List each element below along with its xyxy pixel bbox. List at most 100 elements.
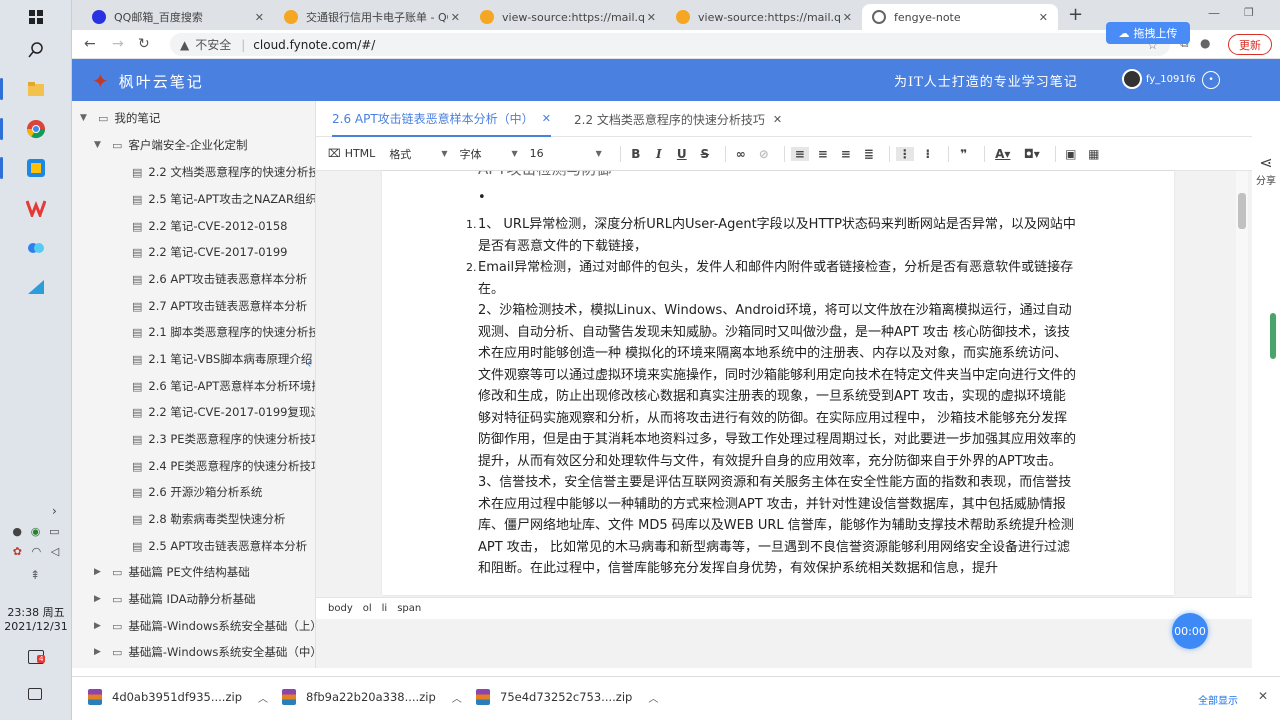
tree-folder[interactable]: ▼ ▭ 客户端安全-企业化定制: [94, 132, 248, 158]
caret-right-icon[interactable]: ▶: [94, 621, 106, 631]
download-item[interactable]: 4d0ab3951df935....zip ︿: [88, 689, 268, 705]
document-page[interactable]: APT攻击检测与防御 • 1. 1、 URL异常检测，深度分析URL内User-…: [382, 171, 1174, 595]
editor-tab[interactable]: 2.2 文档类恶意程序的快速分析技巧 ✕: [574, 101, 782, 137]
warning-icon[interactable]: ▲: [180, 38, 189, 52]
note-item[interactable]: ▤ 2.6 APT攻击链表恶意样本分析（: [132, 266, 315, 292]
align-center-icon[interactable]: ≡: [814, 147, 832, 161]
close-icon[interactable]: ✕: [1039, 11, 1048, 24]
scrollbar-thumb[interactable]: [1238, 193, 1246, 229]
input-method-icon[interactable]: ⇞: [30, 568, 40, 582]
download-item[interactable]: 75e4d73252c753....zip ︿: [476, 689, 658, 705]
note-item[interactable]: ▤ 2.4 PE类恶意程序的快速分析技巧: [132, 453, 315, 479]
path-item[interactable]: span: [397, 603, 421, 614]
browser-tab-4[interactable]: view-source:https://mail.qq.c ✕: [666, 4, 862, 30]
update-button[interactable]: 更新: [1228, 34, 1272, 55]
note-item[interactable]: ▤ 2.1 笔记-VBS脚本病毒原理介绍: [132, 346, 312, 372]
close-icon[interactable]: ✕: [451, 11, 460, 24]
list-item[interactable]: 1. 1、 URL异常检测，深度分析URL内User-Agent字段以及HTTP…: [466, 214, 1078, 257]
font-select[interactable]: 字体 ▼: [459, 146, 517, 162]
underline-icon[interactable]: U: [673, 147, 691, 161]
note-item[interactable]: ▤ 2.2 文档类恶意程序的快速分析技: [132, 159, 315, 185]
tree-root[interactable]: ▼ ▭ 我的笔记: [80, 105, 160, 131]
chevron-up-icon[interactable]: ︿: [452, 690, 462, 705]
baidu-netdisk-icon[interactable]: [18, 232, 54, 262]
new-tab-icon[interactable]: +: [1068, 4, 1083, 25]
note-item[interactable]: ▤ 2.5 笔记-APT攻击之NAZAR组织: [132, 186, 315, 212]
wps-icon[interactable]: [18, 193, 54, 223]
note-item[interactable]: ▤ 2.2 笔记-CVE-2017-0199: [132, 239, 288, 265]
reload-icon[interactable]: ↻: [138, 36, 150, 52]
chevron-up-icon[interactable]: ︿: [648, 690, 658, 705]
editor-tab-active[interactable]: 2.6 APT攻击链表恶意样本分析（中） ✕: [332, 101, 551, 137]
list-item[interactable]: 2. Email异常检测，通过对邮件的包头，发件人和邮件内附件或者链接检查，分析…: [466, 257, 1078, 300]
caret-right-icon[interactable]: ▶: [94, 594, 106, 604]
url-input[interactable]: ▲ 不安全 | cloud.fynote.com/#/ ☆: [170, 33, 1170, 56]
caret-right-icon[interactable]: ▶: [94, 647, 106, 657]
volume-icon[interactable]: ◁: [51, 545, 59, 558]
note-item[interactable]: ▤ 2.7 APT攻击链表恶意样本分析（: [132, 293, 315, 319]
align-right-icon[interactable]: ≡: [837, 147, 855, 161]
clock-time[interactable]: 23:38 周五: [0, 606, 72, 620]
close-icon[interactable]: ✕: [1258, 689, 1268, 703]
profile-icon[interactable]: ●: [1200, 36, 1210, 50]
search-icon[interactable]: [18, 35, 54, 65]
link-icon[interactable]: ∞: [732, 147, 750, 161]
size-select[interactable]: 16 ▼: [530, 147, 602, 160]
wifi-icon[interactable]: ◠: [32, 545, 42, 558]
close-icon[interactable]: ✕: [255, 11, 264, 24]
close-icon[interactable]: ✕: [773, 113, 782, 126]
italic-icon[interactable]: I: [650, 147, 668, 161]
chevron-right-icon[interactable]: ›: [52, 504, 57, 518]
share-button[interactable]: ⋖ 分享: [1254, 153, 1278, 187]
feishu-icon[interactable]: [18, 272, 54, 302]
browser-tab-2[interactable]: 交通银行信用卡电子账单 - QQ邮 ✕: [274, 4, 470, 30]
document-content[interactable]: APT攻击检测与防御 • 1. 1、 URL异常检测，深度分析URL内User-…: [466, 171, 1078, 580]
note-item[interactable]: ▤ 2.1 脚本类恶意程序的快速分析技: [132, 319, 315, 345]
app-icon[interactable]: [0, 153, 54, 183]
editor-scrollbar[interactable]: [1236, 171, 1248, 595]
user-menu[interactable]: fy_1091f6: [1122, 69, 1196, 89]
bullet-list-icon[interactable]: ⁝: [919, 147, 937, 161]
unlink-icon[interactable]: ⊘: [755, 147, 773, 161]
note-item[interactable]: ▤ 2.3 PE类恶意程序的快速分析技巧: [132, 426, 315, 452]
note-item[interactable]: ▤ 2.8 勒索病毒类型快速分析: [132, 506, 285, 532]
download-item[interactable]: 8fb9a22b20a338....zip ︿: [282, 689, 462, 705]
chevron-up-icon[interactable]: ︿: [258, 690, 268, 705]
path-item[interactable]: ol: [363, 603, 372, 614]
security-icon[interactable]: ◉: [31, 525, 41, 538]
microphone-icon[interactable]: ●: [12, 525, 22, 538]
highlight-color-icon[interactable]: ◘▾: [1020, 147, 1044, 161]
caret-right-icon[interactable]: ▶: [94, 567, 106, 577]
forward-icon[interactable]: →: [112, 36, 124, 52]
action-center-icon[interactable]: [28, 688, 42, 700]
text-color-icon[interactable]: A▾: [991, 147, 1015, 161]
file-explorer-icon[interactable]: [0, 74, 54, 104]
tree-folder-collapsed[interactable]: ▶ ▭ 基础篇-Windows系统安全基础（中）: [94, 639, 315, 665]
maximize-icon[interactable]: ❐: [1244, 6, 1254, 19]
tree-folder-collapsed[interactable]: ▶ ▭ 基础篇 IDA动静分析基础: [94, 586, 255, 612]
table-icon[interactable]: ▦: [1085, 147, 1103, 161]
browser-tab-5[interactable]: fengye-note ✕: [862, 4, 1058, 30]
tree-folder-collapsed[interactable]: ▶ ▭ 基础篇 PE文件结构基础: [94, 559, 250, 585]
chrome-icon[interactable]: [0, 114, 54, 144]
image-icon[interactable]: ▣: [1062, 147, 1080, 161]
close-icon[interactable]: ✕: [843, 11, 852, 24]
clock-date[interactable]: 2021/12/31: [0, 620, 72, 634]
show-all-downloads-link[interactable]: 全部显示: [1198, 692, 1238, 707]
recording-timer[interactable]: 00:00: [1172, 613, 1208, 649]
battery-icon[interactable]: ▭: [49, 525, 59, 538]
minimize-icon[interactable]: —: [1208, 6, 1220, 20]
note-item[interactable]: ▤ 2.6 开源沙箱分析系统: [132, 479, 262, 505]
note-item[interactable]: ▤ 2.2 笔记-CVE-2017-0199复现过程: [132, 399, 315, 425]
browser-tab-3[interactable]: view-source:https://mail.qq.c ✕: [470, 4, 666, 30]
html-source-button[interactable]: ⌧ HTML: [328, 147, 375, 160]
quote-icon[interactable]: ❞: [955, 147, 973, 161]
caret-down-icon[interactable]: ▼: [80, 113, 92, 123]
align-justify-icon[interactable]: ≣: [860, 147, 878, 161]
drag-upload-badge[interactable]: ☁ 拖拽上传: [1106, 22, 1190, 44]
avatar[interactable]: [1122, 69, 1142, 89]
path-item[interactable]: body: [328, 603, 353, 614]
app-tray-icon[interactable]: ✿: [13, 545, 22, 558]
format-select[interactable]: 格式 ▼: [389, 146, 447, 162]
paragraph[interactable]: 3、信誉技术，安全信誉主要是评估互联网资源和有关服务主体在安全性能方面的指数和表…: [478, 472, 1078, 580]
